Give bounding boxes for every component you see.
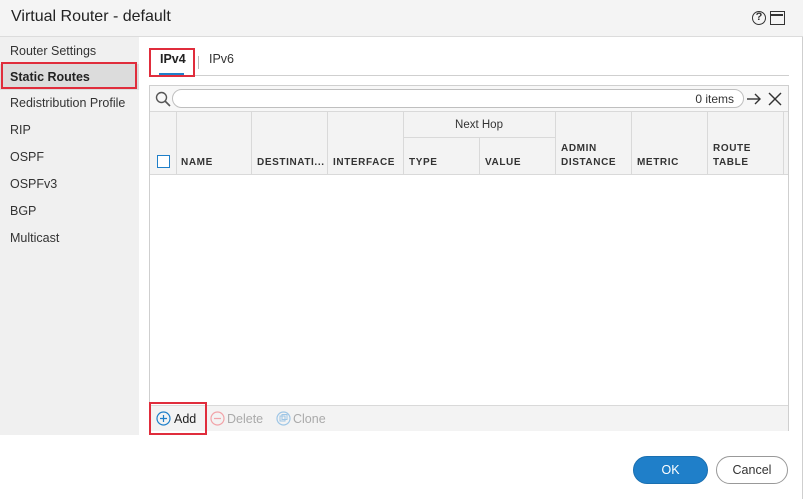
sidebar-item-redistribution-profile[interactable]: Redistribution Profile	[0, 90, 139, 116]
help-icon[interactable]: ?	[752, 11, 766, 25]
column-divider	[327, 112, 328, 175]
search-input[interactable]	[172, 89, 744, 108]
sidebar: Router Settings Static Routes Redistribu…	[0, 37, 139, 435]
ok-button[interactable]: OK	[633, 456, 708, 484]
sidebar-item-rip[interactable]: RIP	[0, 117, 139, 143]
column-header-route-table-line2[interactable]: TABLE	[713, 157, 749, 168]
tab-bar: IPv4 IPv6	[149, 46, 789, 76]
tab-ipv6[interactable]: IPv6	[209, 52, 234, 66]
column-header-route-table-line1[interactable]: ROUTE	[713, 143, 751, 154]
items-count: 0 items	[695, 92, 734, 106]
sidebar-item-ospf[interactable]: OSPF	[0, 144, 139, 170]
delete-label: Delete	[227, 412, 264, 426]
add-label: Add	[174, 412, 197, 426]
sidebar-item-static-routes[interactable]: Static Routes	[0, 64, 139, 90]
sidebar-item-router-settings[interactable]: Router Settings	[0, 38, 139, 64]
sidebar-item-ospfv3[interactable]: OSPFv3	[0, 171, 139, 197]
column-divider	[251, 112, 252, 175]
search-bar: 0 items	[150, 86, 788, 112]
clone-icon	[276, 411, 291, 426]
column-divider	[479, 137, 480, 175]
sidebar-item-multicast[interactable]: Multicast	[0, 225, 139, 251]
table-body	[150, 175, 788, 405]
column-header-metric[interactable]: METRIC	[637, 157, 679, 168]
arrow-right-icon[interactable]	[746, 91, 762, 107]
column-divider	[707, 112, 708, 175]
close-icon[interactable]	[767, 91, 783, 107]
next-hop-group-header: Next Hop	[455, 119, 503, 131]
virtual-router-dialog: Virtual Router - default ? Router Settin…	[0, 0, 803, 499]
title-bar: Virtual Router - default ?	[0, 0, 803, 37]
static-routes-grid: 0 items Next Hop NAME DESTINATI... INTER…	[149, 85, 789, 431]
add-icon	[156, 411, 171, 426]
table-header: Next Hop NAME DESTINATI... INTERFACE TYP…	[150, 112, 788, 175]
add-button[interactable]: Add	[150, 406, 206, 432]
tab-separator	[198, 56, 199, 69]
cancel-button[interactable]: Cancel	[716, 456, 788, 484]
grid-toolbar: Add Delete Clone	[150, 405, 788, 431]
sidebar-item-bgp[interactable]: BGP	[0, 198, 139, 224]
column-header-destination[interactable]: DESTINATI...	[257, 157, 325, 168]
search-icon	[155, 91, 171, 107]
column-header-value[interactable]: VALUE	[485, 157, 521, 168]
group-header-divider	[403, 137, 555, 138]
column-header-name[interactable]: NAME	[181, 157, 213, 168]
active-tab-indicator	[159, 73, 184, 76]
dialog-title: Virtual Router - default	[11, 8, 171, 25]
select-all-checkbox[interactable]	[157, 155, 170, 168]
clone-button[interactable]: Clone	[274, 406, 330, 432]
maximize-icon[interactable]	[770, 11, 785, 25]
column-header-admin-distance-line1[interactable]: ADMIN	[561, 143, 597, 154]
column-header-admin-distance-line2[interactable]: DISTANCE	[561, 157, 616, 168]
column-divider	[176, 112, 177, 175]
column-divider	[555, 112, 556, 175]
clone-label: Clone	[293, 412, 326, 426]
column-divider	[631, 112, 632, 175]
tab-ipv4[interactable]: IPv4	[160, 52, 186, 66]
delete-icon	[210, 411, 225, 426]
column-divider	[783, 112, 784, 175]
column-header-interface[interactable]: INTERFACE	[333, 157, 395, 168]
delete-button[interactable]: Delete	[208, 406, 264, 432]
column-header-type[interactable]: TYPE	[409, 157, 438, 168]
